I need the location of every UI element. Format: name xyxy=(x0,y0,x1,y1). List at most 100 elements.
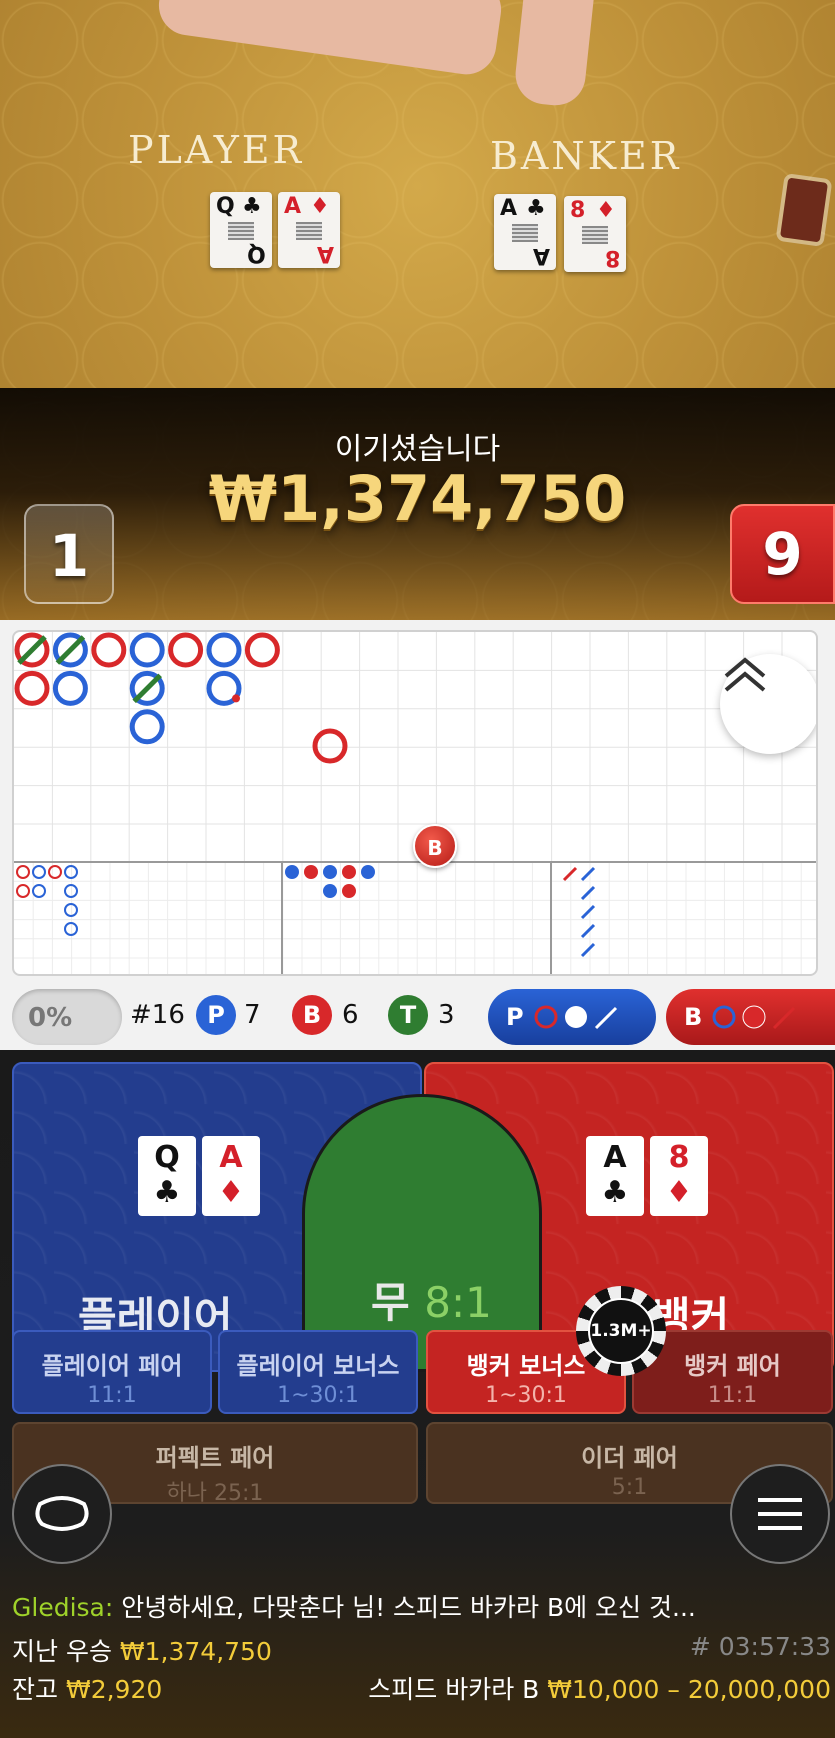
chip-amount: 1.3M+ xyxy=(588,1298,654,1364)
big-eye-mark xyxy=(32,884,46,898)
banker-marker: B xyxy=(413,824,457,868)
big-road-player xyxy=(206,632,242,668)
player-bonus-label: 플레이어 보너스 xyxy=(236,1352,400,1380)
win-amount: ₩1,374,750 xyxy=(208,462,627,535)
ask-player-button[interactable]: P xyxy=(488,989,656,1045)
banker-score: 9 xyxy=(730,504,835,604)
tie-odds: 8:1 xyxy=(424,1278,492,1327)
tie-count: 3 xyxy=(438,1000,455,1030)
banker-felt-label: BANKER xyxy=(490,134,682,178)
player-count-dot: P xyxy=(196,995,236,1035)
player-mini-card-2: A ♦ xyxy=(202,1136,260,1216)
player-card-1: Q ♣ Q xyxy=(210,192,272,268)
banker-count: 6 xyxy=(342,1000,359,1030)
chevron-up-double-icon xyxy=(724,657,766,692)
small-road-mark xyxy=(361,865,375,879)
small-road-mark xyxy=(342,865,356,879)
tie-label: 무 xyxy=(371,1278,410,1327)
cockroach-mark xyxy=(580,904,596,920)
small-road-mark xyxy=(304,865,318,879)
cockroach-mark xyxy=(562,866,578,882)
ask-banker-label: B xyxy=(684,1003,703,1031)
big-road-pending-dot xyxy=(232,694,240,703)
player-bonus-odds: 1~30:1 xyxy=(277,1383,359,1408)
banker-pair-odds: 11:1 xyxy=(707,1383,758,1408)
player-score: 1 xyxy=(24,504,114,604)
big-road-banker xyxy=(14,670,50,706)
road-svg xyxy=(14,632,816,974)
round-number: #16 xyxy=(130,1000,185,1030)
cockroach-mark xyxy=(580,885,596,901)
cockroach-mark xyxy=(580,866,596,882)
table-name: 스피드 바카라 B xyxy=(368,1675,540,1704)
prediction-banker xyxy=(312,728,348,764)
small-road-mark xyxy=(323,884,337,898)
ask-player-icons xyxy=(534,1005,617,1030)
big-eye-mark xyxy=(64,903,78,917)
ask-banker-button[interactable]: B xyxy=(666,989,835,1045)
small-road-mark xyxy=(342,884,356,898)
banker-mini-card-1: A ♣ xyxy=(586,1136,644,1216)
placed-chip: 1.3M+ xyxy=(576,1286,666,1376)
banker-card-1: A ♣ A xyxy=(494,194,556,270)
player-count: 7 xyxy=(244,1000,261,1030)
banker-mini-card-2: 8 ♦ xyxy=(650,1136,708,1216)
balance-value: ₩2,920 xyxy=(65,1675,163,1704)
bet-player-bonus[interactable]: 플레이어 보너스 1~30:1 xyxy=(218,1330,418,1414)
small-road-mark xyxy=(323,865,337,879)
cockroach-mark xyxy=(580,923,596,939)
big-road-banker xyxy=(91,632,127,668)
menu-button[interactable] xyxy=(730,1464,830,1564)
ask-banker-icons xyxy=(712,1005,796,1030)
percent-toggle[interactable]: 0% xyxy=(12,989,122,1045)
banker-card-2: 8 ♦ 8 xyxy=(564,196,626,272)
table-limits: ₩10,000 – 20,000,000 xyxy=(547,1675,831,1704)
roadmap-panel: B 0% #16 P 7 B 6 T 3 P B xyxy=(0,620,835,1050)
roadmap-grid[interactable]: B xyxy=(12,630,818,976)
small-road-mark xyxy=(285,865,299,879)
percent-label: 0% xyxy=(28,1003,73,1033)
ask-player-label: P xyxy=(506,1003,524,1031)
table-icon xyxy=(35,1496,89,1531)
game-id: # 03:57:33 xyxy=(689,1632,831,1661)
banker-pair-label: 뱅커 페어 xyxy=(684,1352,781,1380)
player-mini-card-1: Q ♣ xyxy=(138,1136,196,1216)
betting-area: Q ♣ A ♦ 플레이어 A ♣ 8 ♦ 뱅커 무 8:1 플레이어 페어 11:1 플… xyxy=(0,1050,835,1738)
big-eye-mark xyxy=(16,865,30,879)
banker-count-dot: B xyxy=(292,995,332,1035)
balance-label: 잔고 xyxy=(12,1675,59,1704)
last-win: 지난 우승 ₩1,374,750 xyxy=(12,1632,272,1668)
balance: 잔고 ₩2,920 xyxy=(12,1670,162,1706)
big-road-banker xyxy=(168,632,204,668)
player-pair-odds: 11:1 xyxy=(87,1383,137,1408)
big-road-player xyxy=(129,632,165,668)
hamburger-icon xyxy=(758,1498,802,1530)
chat-text: 안녕하세요, 다맞춘다 님! 스피드 바카라 B에 오신 것... xyxy=(121,1593,696,1622)
player-pair-label: 플레이어 페어 xyxy=(41,1352,183,1380)
cockroach-mark xyxy=(580,942,596,958)
big-road-banker xyxy=(244,632,280,668)
tie-bet-label: 무 8:1 xyxy=(371,1269,492,1330)
big-eye-mark xyxy=(64,884,78,898)
big-road-player xyxy=(52,670,88,706)
big-eye-mark xyxy=(16,884,30,898)
banker-bonus-odds: 1~30:1 xyxy=(485,1383,567,1408)
big-eye-mark xyxy=(48,865,62,879)
big-eye-mark xyxy=(64,865,78,879)
expand-roadmap-button[interactable] xyxy=(720,654,816,754)
big-eye-mark xyxy=(32,865,46,879)
big-road-player xyxy=(129,709,165,745)
table-view-button[interactable] xyxy=(12,1464,112,1564)
chat-message: Gledisa: 안녕하세요, 다맞춘다 님! 스피드 바카라 B에 오신 것.… xyxy=(12,1588,696,1624)
player-card-2: A ♦ A xyxy=(278,192,340,268)
stats-bar: 0% #16 P 7 B 6 T 3 P B xyxy=(0,985,835,1050)
table-info: 스피드 바카라 B ₩10,000 – 20,000,000 xyxy=(368,1670,831,1706)
big-eye-mark xyxy=(64,922,78,936)
player-felt-label: PLAYER xyxy=(128,128,305,172)
last-win-value: ₩1,374,750 xyxy=(119,1637,272,1666)
bet-player-pair[interactable]: 플레이어 페어 11:1 xyxy=(12,1330,212,1414)
tie-count-dot: T xyxy=(388,995,428,1035)
chat-author: Gledisa: xyxy=(12,1593,114,1622)
last-win-label: 지난 우승 xyxy=(12,1637,112,1666)
card-shoe xyxy=(780,177,828,243)
